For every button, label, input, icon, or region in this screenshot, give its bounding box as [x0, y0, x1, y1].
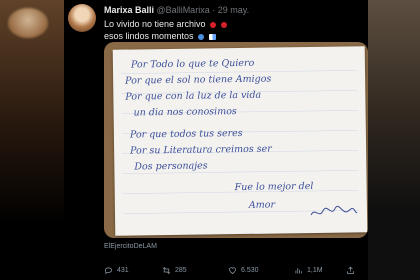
blurred-avatar — [8, 8, 48, 38]
note-line: Por que con la luz de la vida — [125, 89, 262, 103]
retweet-icon — [162, 266, 171, 275]
note-line: Por que todos tus seres — [129, 127, 243, 141]
note-line: un dia nos conosimos — [133, 106, 237, 119]
tweet-header: Marixa Balli @BalliMarixa · 29 may. — [104, 5, 249, 15]
tweet-card[interactable]: Marixa Balli @BalliMarixa · 29 may. Lo v… — [64, 0, 368, 280]
note-line: Por que el sol no tiene Amigos — [125, 73, 272, 87]
signature-scribble — [310, 205, 358, 216]
tweet-actions: 431 285 6.530 1,1M — [104, 266, 368, 280]
reply-icon — [105, 267, 112, 275]
like-button[interactable]: 6.530 — [228, 266, 259, 275]
retweet-count: 285 — [175, 267, 187, 274]
handwritten-note: Por Todo lo que te Quiero Por que el sol… — [112, 46, 368, 236]
views-icon — [295, 268, 302, 274]
user-handle[interactable]: @BalliMarixa — [157, 5, 210, 15]
display-name[interactable]: Marixa Balli — [104, 5, 154, 15]
flag-emoji-icon — [208, 33, 216, 40]
tweet-photo[interactable]: Por Todo lo que te Quiero Por que el sol… — [104, 42, 368, 238]
views-button[interactable]: 1,1M — [294, 266, 323, 275]
tweet-text-line-2: esos lindos momentos — [104, 31, 216, 41]
share-icon — [347, 266, 354, 274]
reply-count: 431 — [117, 267, 129, 274]
note-line: Por su Literatura creimos ser — [130, 143, 272, 157]
background-right-blur — [368, 0, 420, 280]
separator-dot: · — [212, 5, 216, 15]
heart-icon — [229, 267, 236, 274]
tweet-text-line-1: Lo vivido no tiene archivo — [104, 19, 227, 29]
view-count: 1,1M — [307, 267, 323, 274]
note-line: Dos personajes — [134, 160, 208, 173]
note-line: Fue lo mejor del — [234, 180, 314, 194]
share-button[interactable] — [346, 266, 355, 275]
heart-emoji-icon — [220, 21, 227, 28]
note-line: Por Todo lo que te Quiero — [130, 57, 255, 71]
tweet-date[interactable]: 29 may. — [218, 5, 249, 15]
avatar[interactable] — [68, 4, 96, 32]
note-line: Amor — [248, 199, 276, 211]
like-count: 6.530 — [241, 267, 259, 274]
photo-caption[interactable]: ElEjercitoDeLAM — [104, 243, 157, 250]
tweet-text-2: esos lindos momentos — [104, 31, 194, 41]
retweet-button[interactable]: 285 — [162, 266, 187, 275]
blue-emoji-icon — [198, 33, 205, 40]
tweet-text-1: Lo vivido no tiene archivo — [104, 19, 206, 29]
red-heart-emoji-icon — [210, 21, 217, 28]
background-left-blur — [0, 0, 64, 280]
reply-button[interactable]: 431 — [104, 266, 129, 275]
